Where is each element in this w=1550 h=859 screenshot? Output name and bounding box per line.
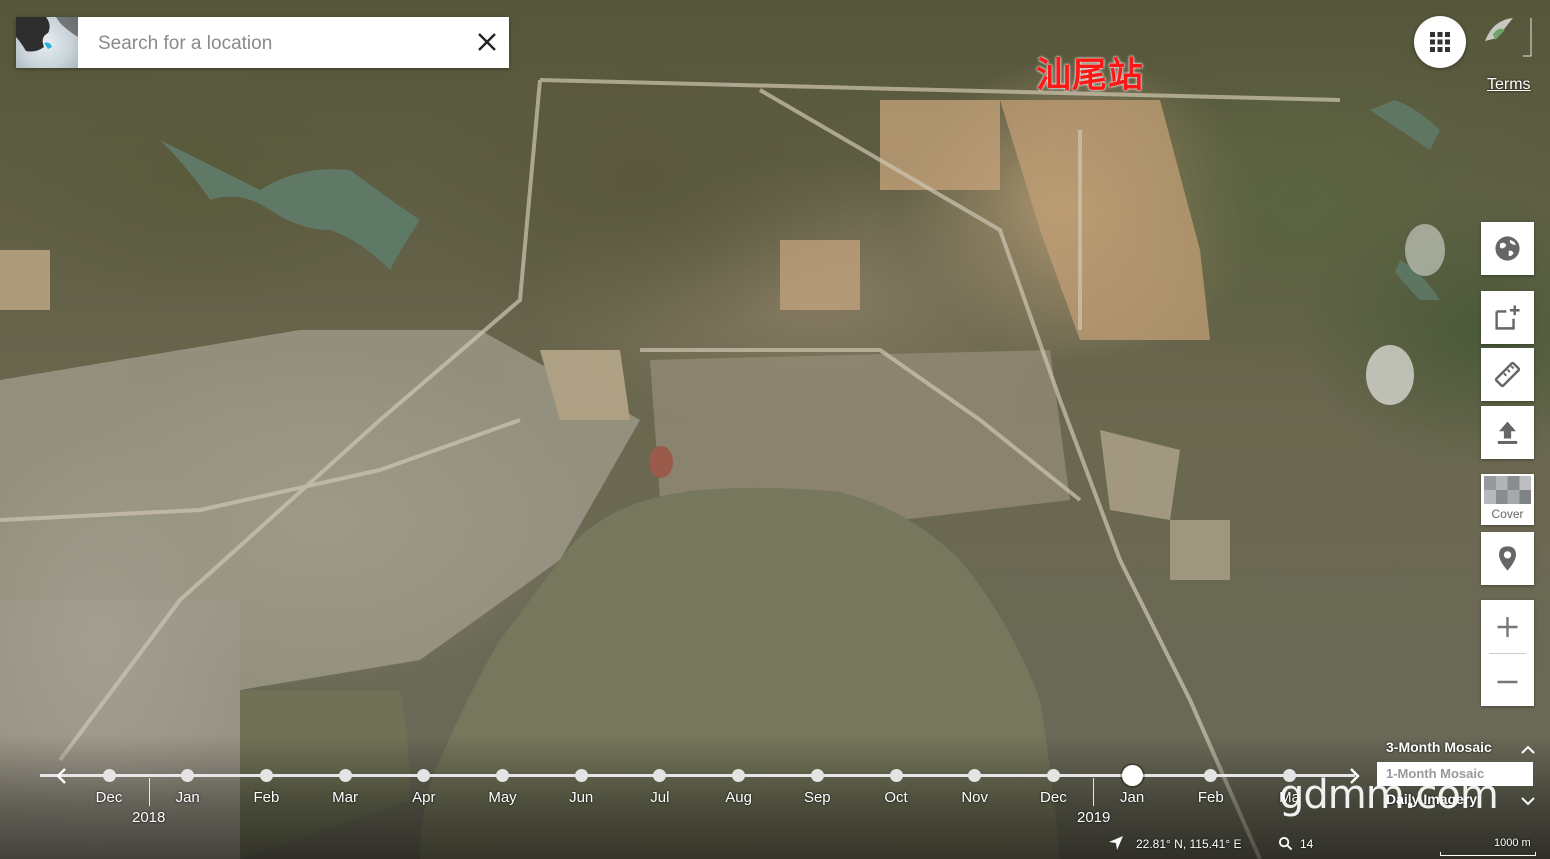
month-label: Mar <box>332 789 359 806</box>
month-label: Oct <box>884 789 908 806</box>
globe-view-button[interactable] <box>1481 222 1534 275</box>
month-label: Apr <box>412 789 436 806</box>
month-label: Feb <box>1197 789 1224 806</box>
station-label: 汕尾站 <box>1036 56 1145 96</box>
upload-button[interactable] <box>1481 406 1534 459</box>
magnifier-icon <box>1278 836 1293 851</box>
minus-icon <box>1497 680 1518 684</box>
month-label: Sep <box>803 789 831 806</box>
month-label: Jan <box>1120 789 1145 806</box>
close-icon[interactable] <box>473 28 501 56</box>
month-label: May <box>488 789 517 806</box>
zoom-level: 14 <box>1300 837 1314 851</box>
month-label: Jun <box>569 789 594 806</box>
coordinates-readout: 22.81° N, 115.41° E <box>1136 837 1242 851</box>
month-label: Dec <box>95 789 123 806</box>
mosaic-selected[interactable]: 3-Month Mosaic <box>1386 739 1492 755</box>
timeline-track[interactable] <box>40 774 1355 777</box>
month-label: Jan <box>175 789 200 806</box>
zoom-in-button[interactable] <box>1481 600 1534 653</box>
zoom-control <box>1481 600 1534 706</box>
timeline-point[interactable] <box>574 769 588 782</box>
location-arrow-icon[interactable] <box>1108 835 1124 851</box>
month-label: Feb <box>253 789 280 806</box>
plus-icon <box>1497 617 1518 637</box>
marker-button[interactable] <box>1481 532 1534 585</box>
year-label: 2018 <box>132 809 166 826</box>
watermark: gdmm.com <box>1279 772 1499 818</box>
month-label: Jul <box>650 789 670 806</box>
add-layer-icon <box>1495 305 1520 330</box>
search-input[interactable] <box>96 30 470 58</box>
timeline-prev-icon[interactable] <box>50 764 74 788</box>
ruler-icon <box>1494 361 1521 388</box>
satellite-map[interactable] <box>0 0 1550 859</box>
timeline-point[interactable] <box>1121 765 1143 786</box>
timeline-point[interactable] <box>732 769 746 782</box>
chevron-down-icon[interactable] <box>1521 796 1535 806</box>
timeline-point[interactable] <box>259 769 273 782</box>
apps-grid-icon <box>1430 32 1450 52</box>
year-divider <box>149 778 150 806</box>
cover-label: Cover <box>1491 507 1524 521</box>
measure-button[interactable] <box>1481 348 1534 401</box>
timeline-point[interactable] <box>889 769 903 782</box>
cover-thumbnail-row <box>1484 490 1531 504</box>
timeline-point[interactable] <box>102 769 116 782</box>
timeline-point[interactable] <box>810 769 824 782</box>
location-pin-icon <box>1499 546 1516 571</box>
month-label: Dec <box>1040 789 1067 806</box>
globe-thumbnail-icon[interactable] <box>16 17 78 68</box>
cloud-cover-button[interactable]: Cover <box>1481 474 1534 525</box>
upload-icon <box>1497 421 1518 444</box>
scale-label: 1000 m <box>1494 837 1531 849</box>
globe-icon <box>1495 236 1520 261</box>
add-layer-button[interactable] <box>1481 291 1534 344</box>
year-divider <box>1093 778 1094 806</box>
month-label: Nov <box>961 789 989 806</box>
scale-bar <box>1440 852 1536 856</box>
map-imagery <box>0 78 1445 859</box>
timeline-point[interactable] <box>496 769 509 782</box>
zoom-out-button[interactable] <box>1481 653 1534 706</box>
terms-link[interactable]: Terms <box>1487 76 1531 94</box>
year-label: 2019 <box>1077 809 1111 826</box>
month-label: Aug <box>725 789 752 806</box>
timeline-point[interactable] <box>338 769 352 782</box>
search-bar <box>16 17 509 68</box>
chevron-up-icon[interactable] <box>1521 744 1535 754</box>
apps-grid-button[interactable] <box>1414 16 1466 68</box>
timeline-point[interactable] <box>1046 769 1060 782</box>
user-avatar[interactable] <box>1483 16 1533 66</box>
